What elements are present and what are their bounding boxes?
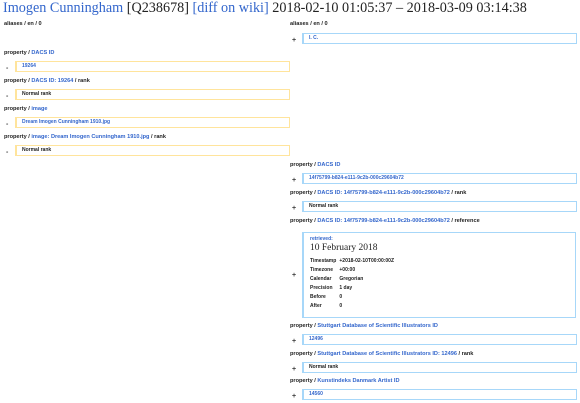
left-property-heading-1: property / DACS ID bbox=[4, 50, 55, 56]
add-sign: + bbox=[292, 366, 297, 373]
add-sign: + bbox=[292, 272, 297, 279]
reference-row: Calendar Gregorian bbox=[310, 276, 364, 282]
retrieved-label[interactable]: retrieved: bbox=[310, 236, 333, 242]
left-property-heading-3: property / image bbox=[4, 106, 48, 112]
added-value-box: 14f75799-b824-e111-9c2b-000c29604b72 bbox=[302, 173, 577, 184]
reference-box: retrieved: 10 February 2018 Timestamp +2… bbox=[302, 232, 576, 318]
added-rank: Normal rank bbox=[309, 364, 339, 370]
remove-sign: - bbox=[6, 149, 9, 156]
reference-row: Precision 1 day bbox=[310, 285, 353, 291]
property-link[interactable]: Kunstindeks Danmark Artist ID bbox=[317, 378, 399, 384]
add-sign: + bbox=[292, 37, 297, 44]
removed-rank-box: Normal rank bbox=[15, 145, 290, 156]
property-link[interactable]: image bbox=[31, 106, 47, 112]
reference-row: Before 0 bbox=[310, 294, 343, 300]
left-property-heading-2: property / DACS ID: 19264 / rank bbox=[4, 78, 90, 84]
right-property-heading-1: property / DACS ID bbox=[290, 162, 341, 168]
removed-value-box: 19264 bbox=[15, 61, 290, 72]
alias-value: I. C. bbox=[309, 35, 319, 41]
right-property-heading-5: property / Stuttgart Database of Scienti… bbox=[290, 351, 474, 357]
removed-rank: Normal rank bbox=[22, 91, 52, 97]
property-link[interactable]: DACS ID bbox=[317, 162, 340, 168]
reference-row: Timestamp +2018-02-10T00:00:00Z bbox=[310, 258, 395, 264]
page-title: Imogen Cunningham [Q238678] [diff on wik… bbox=[3, 0, 527, 17]
right-property-heading-3: property / DACS ID: 14f75799-b824-e111-9… bbox=[290, 218, 480, 224]
property-link[interactable]: image: Dream Imogen Cunningham 1910.jpg bbox=[31, 134, 149, 140]
left-property-heading-4: property / image: Dream Imogen Cunningha… bbox=[4, 134, 166, 140]
add-sign: + bbox=[292, 205, 297, 212]
right-property-heading-4: property / Stuttgart Database of Scienti… bbox=[290, 323, 438, 329]
property-link[interactable]: Stuttgart Database of Scientific Illustr… bbox=[317, 351, 457, 357]
right-property-heading-6: property / Kunstindeks Danmark Artist ID bbox=[290, 378, 400, 384]
retrieved-date: 10 February 2018 bbox=[310, 243, 378, 253]
reference-row: Timezone +00:00 bbox=[310, 267, 356, 273]
remove-sign: - bbox=[6, 121, 9, 128]
property-link[interactable]: DACS ID: 14f75799-b824-e111-9c2b-000c296… bbox=[317, 218, 449, 224]
property-link[interactable]: Stuttgart Database of Scientific Illustr… bbox=[317, 323, 438, 329]
added-value-box: 12496 bbox=[302, 334, 577, 345]
remove-sign: - bbox=[6, 65, 9, 72]
added-value-box: 14560 bbox=[302, 389, 577, 400]
added-rank: Normal rank bbox=[309, 203, 339, 209]
removed-image-value[interactable]: Dream Imogen Cunningham 1910.jpg bbox=[22, 119, 110, 125]
diff-on-wiki-link[interactable]: [diff on wiki] bbox=[193, 0, 269, 16]
added-value[interactable]: 12496 bbox=[309, 336, 323, 342]
removed-value-box: Dream Imogen Cunningham 1910.jpg bbox=[15, 117, 290, 128]
added-rank-box: Normal rank bbox=[302, 201, 577, 212]
added-value[interactable]: 14f75799-b824-e111-9c2b-000c29604b72 bbox=[309, 175, 404, 181]
right-property-heading-2: property / DACS ID: 14f75799-b824-e111-9… bbox=[290, 190, 467, 196]
item-qid: [Q238678] bbox=[126, 0, 189, 16]
revision-date-range: 2018-02-10 01:05:37 – 2018-03-09 03:14:3… bbox=[272, 0, 527, 16]
property-link[interactable]: DACS ID: 19264 bbox=[31, 78, 73, 84]
reference-row: After 0 bbox=[310, 303, 343, 309]
add-sign: + bbox=[292, 338, 297, 345]
removed-rank-box: Normal rank bbox=[15, 89, 290, 100]
added-value[interactable]: 14560 bbox=[309, 391, 323, 397]
add-sign: + bbox=[292, 393, 297, 400]
property-link[interactable]: DACS ID bbox=[31, 50, 54, 56]
item-label-link[interactable]: Imogen Cunningham bbox=[3, 0, 123, 16]
right-aliases-heading: aliases / en / 0 bbox=[290, 21, 328, 27]
property-link[interactable]: DACS ID: 14f75799-b824-e111-9c2b-000c296… bbox=[317, 190, 449, 196]
alias-added-box: I. C. bbox=[302, 33, 577, 44]
left-aliases-heading: aliases / en / 0 bbox=[4, 21, 42, 27]
add-sign: + bbox=[292, 177, 297, 184]
removed-value[interactable]: 19264 bbox=[22, 63, 36, 69]
removed-rank: Normal rank bbox=[22, 147, 52, 153]
remove-sign: - bbox=[6, 93, 9, 100]
added-rank-box: Normal rank bbox=[302, 362, 577, 373]
